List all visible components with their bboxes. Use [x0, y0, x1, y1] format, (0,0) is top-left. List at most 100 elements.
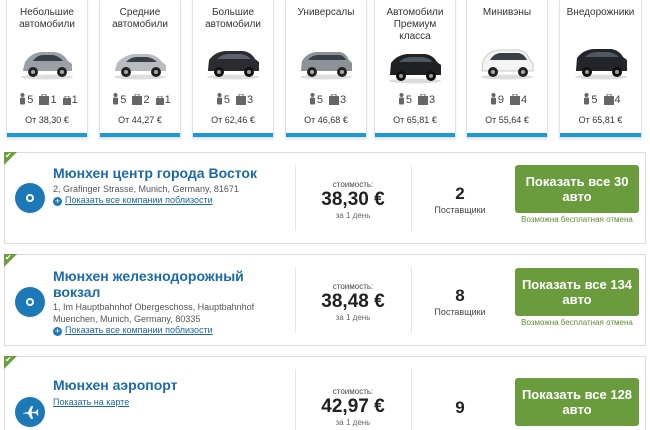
- featured-corner: ✔: [4, 356, 17, 369]
- large-bag-count: 3: [340, 94, 347, 106]
- category-name: Большие автомобили: [205, 7, 261, 30]
- location-address: 1, Im Hauptbahnhof Obergeschoss, Hauptba…: [53, 301, 254, 325]
- category-price: От 62,46 €: [211, 115, 255, 125]
- plus-icon: +: [53, 196, 62, 206]
- airplane-icon: [23, 406, 39, 419]
- category-card-minivan[interactable]: Минивэны 9 4 От 55,64 €: [466, 0, 548, 138]
- person-icon: [216, 93, 222, 105]
- category-accent-bar: [560, 133, 641, 137]
- category-capacity: 5 2 1: [100, 93, 180, 106]
- category-name: Средние автомобили: [112, 7, 168, 30]
- show-on-map-link[interactable]: Показать на карте: [53, 397, 129, 407]
- large-bag-count: 3: [429, 94, 436, 106]
- price-period: за 1 день: [335, 313, 371, 322]
- featured-corner: ✔: [4, 152, 17, 165]
- category-price: От 38,30 €: [25, 115, 69, 125]
- car-image: [574, 49, 627, 80]
- person-icon: [20, 93, 26, 105]
- location-title[interactable]: Мюнхен железнодорожный вокзал: [53, 268, 244, 300]
- large-bag-count: 1: [50, 94, 57, 106]
- price-block: стоимость: 42,97 € за 1 день: [295, 387, 411, 427]
- category-price: От 44,27 €: [118, 115, 162, 125]
- show-all-cars-button[interactable]: Показать все 30 авто: [515, 165, 639, 213]
- large-bag-icon: [510, 94, 521, 105]
- category-capacity: 5 3: [286, 93, 366, 106]
- category-card-large[interactable]: Большие автомобили 5 3 От 62,46 €: [192, 0, 274, 138]
- show-all-cars-button[interactable]: Показать все 128 авто: [515, 378, 639, 426]
- car-image: [481, 49, 534, 80]
- price-block: стоимость: 38,30 € за 1 день: [295, 180, 411, 220]
- nearby-companies-link[interactable]: + Показать все компании поблизости: [53, 195, 213, 206]
- category-capacity: 5 3: [193, 93, 273, 106]
- category-accent-bar: [467, 133, 547, 137]
- large-bag-icon: [418, 94, 429, 105]
- airport-pin-icon: [15, 397, 45, 427]
- large-bag-icon: [132, 94, 143, 105]
- price-value: 38,30 €: [321, 189, 385, 210]
- location-title-line: Мюнхен железнодорожный: [53, 268, 244, 284]
- check-icon: ✔: [5, 253, 12, 262]
- person-icon: [490, 93, 496, 105]
- providers-block: 9: [415, 397, 505, 419]
- category-price: От 65,81 €: [578, 115, 623, 125]
- location-title[interactable]: Мюнхен аэропорт: [53, 377, 178, 393]
- person-icon: [309, 93, 315, 105]
- category-card-estate[interactable]: Универсалы 5 3 От 46,68 €: [285, 0, 367, 138]
- car-image: [21, 52, 73, 80]
- category-accent-bar: [375, 133, 455, 137]
- car-category-strip: Небольшие автомобили 5 1 1 От 38,30 € Ср…: [0, 0, 650, 142]
- small-bag-count: 1: [164, 94, 171, 106]
- location-title-line: вокзал: [53, 284, 101, 300]
- people-count: 5: [120, 94, 127, 106]
- show-all-cars-button[interactable]: Показать все 134 авто: [515, 268, 639, 316]
- large-bag-count: 2: [143, 94, 150, 106]
- large-bag-count: 4: [614, 94, 621, 106]
- location-row: ✔ Мюнхен железнодорожный вокзал 1, Im Ha…: [4, 254, 646, 346]
- providers-label: Поставщики: [434, 307, 486, 317]
- divider: [411, 267, 412, 333]
- large-bag-icon: [603, 94, 614, 105]
- car-image: [114, 54, 166, 80]
- category-card-medium[interactable]: Средние автомобили 5 2 1 От 44,27 €: [99, 0, 181, 138]
- location-row: ✔ Мюнхен центр города Восток 2, Grafinge…: [4, 152, 646, 244]
- free-cancellation-note: Возможна бесплатная отмена: [521, 215, 633, 224]
- location-row: ✔ Мюнхен аэропорт Показать на карте стои…: [4, 356, 646, 430]
- address-line: Muenchen, Munich, Germany, 80335: [53, 314, 201, 324]
- person-icon: [398, 93, 404, 105]
- nearby-companies-link[interactable]: + Показать все компании поблизости: [53, 325, 213, 336]
- divider: [411, 369, 412, 430]
- large-bag-icon: [236, 94, 247, 105]
- price-period: за 1 день: [335, 211, 371, 220]
- check-icon: ✔: [5, 151, 12, 160]
- category-capacity: 5 4: [560, 93, 641, 106]
- small-bag-icon: [62, 96, 71, 105]
- featured-corner: ✔: [4, 254, 17, 267]
- car-image: [300, 52, 352, 80]
- providers-count: 8: [455, 286, 465, 305]
- category-price: От 46,68 €: [304, 115, 348, 125]
- plus-icon: +: [53, 326, 62, 336]
- category-name: Минивэны: [482, 7, 532, 18]
- location-pin-icon: [15, 183, 45, 213]
- small-bag-count: 1: [71, 94, 78, 106]
- category-card-premium[interactable]: Автомобили Премиум класса 5 3 От 65,81 €: [374, 0, 456, 138]
- category-accent-bar: [100, 133, 180, 137]
- large-bag-icon: [329, 94, 340, 105]
- category-card-small[interactable]: Небольшие автомобили 5 1 1 От 38,30 €: [6, 0, 88, 138]
- price-label: стоимость:: [332, 282, 374, 291]
- category-accent-bar: [193, 133, 273, 137]
- price-value: 42,97 €: [321, 396, 385, 417]
- category-card-suv[interactable]: Внедорожники 5 4 От 65,81 €: [559, 0, 642, 138]
- category-accent-bar: [286, 133, 366, 137]
- check-icon: ✔: [5, 355, 12, 364]
- price-period: за 1 день: [335, 418, 371, 427]
- category-name: Небольшие автомобили: [19, 7, 75, 30]
- car-image: [207, 51, 259, 80]
- divider: [411, 165, 412, 231]
- people-count: 5: [316, 94, 323, 106]
- free-cancellation-note: Возможна бесплатная отмена: [521, 318, 633, 327]
- location-address: 2, Grafinger Strasse, Munich, Germany, 8…: [53, 184, 239, 194]
- category-accent-bar: [7, 133, 87, 137]
- providers-block: 8 Поставщики: [415, 285, 505, 317]
- location-title[interactable]: Мюнхен центр города Восток: [53, 165, 257, 181]
